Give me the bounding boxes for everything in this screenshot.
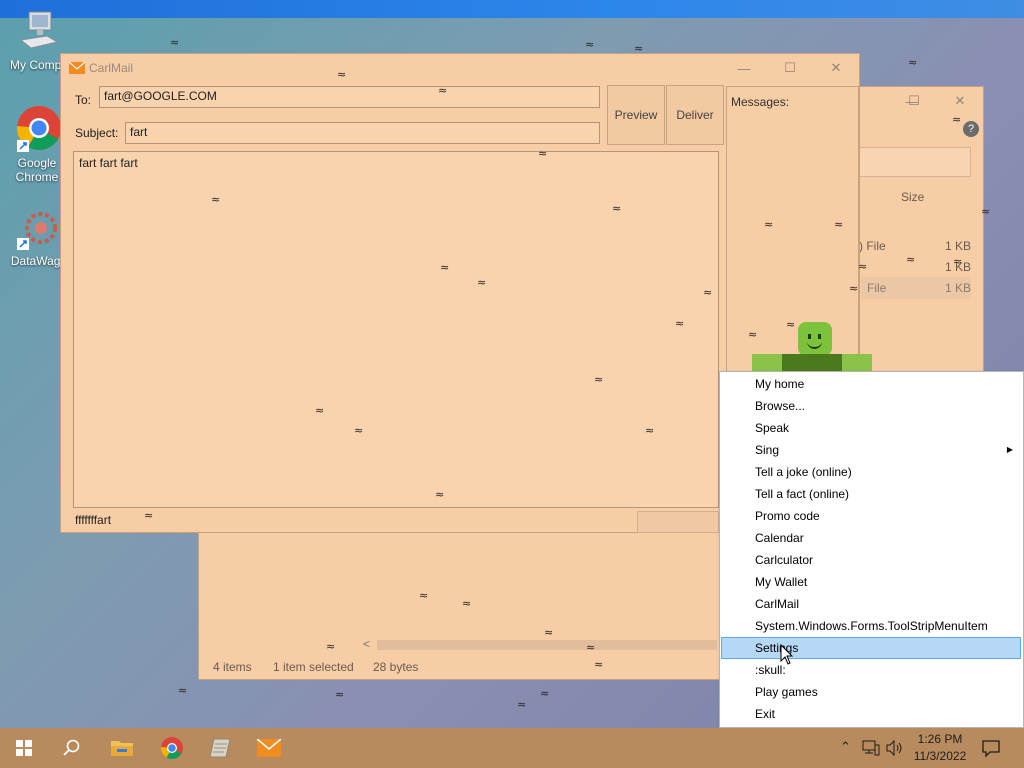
menu-item-sing[interactable]: Sing ▶ [721,439,1021,461]
menu-item-label: Sing [755,443,780,457]
menu-item-promo-code[interactable]: Promo code [721,505,1021,527]
menu-item-label: Browse... [755,399,806,413]
notepad-icon [209,738,231,758]
file-explorer-icon [111,741,133,756]
menu-item-label: My home [755,377,805,391]
buddy-head [798,322,832,356]
desktop-buddy-character[interactable] [752,320,872,372]
status-text: fffffffart [75,513,112,527]
window-top-strip [0,0,1024,18]
menu-item-exit[interactable]: Exit [721,703,1021,725]
menu-item-label: Carlculator [755,553,814,567]
subject-label: Subject: [75,126,119,140]
notifications-icon[interactable] [982,739,1000,757]
desktop-icon-label: Google Chrome [15,156,59,184]
submenu-arrow-icon: ▶ [1006,445,1013,454]
taskbar-file-explorer[interactable] [98,728,146,768]
file-type-cell: File [867,281,887,295]
subject-field[interactable]: fart [125,122,600,144]
menu-item-label: Tell a joke (online) [755,465,852,479]
menu-item-tell-fact[interactable]: Tell a fact (online) [721,483,1021,505]
chrome-icon [160,737,183,759]
datawagon-icon [17,212,57,250]
file-size-cell: 1 KB [945,239,972,253]
desktop-icon-label: DataWago [10,254,68,268]
taskbar-carlmail[interactable] [245,728,293,768]
file-size-cell: 1 KB [945,281,972,295]
menu-item-play-games[interactable]: Play games [721,681,1021,703]
chrome-icon [16,106,61,152]
menu-item-label: Tell a fact (online) [755,487,850,501]
network-icon[interactable] [862,740,880,756]
menu-item-browse[interactable]: Browse... [721,395,1021,417]
menu-item-label: System.Windows.Forms.ToolStripMenuItem [755,619,988,633]
menu-item-my-wallet[interactable]: My Wallet [721,571,1021,593]
taskbar: ⌃ 1:26 PM 11/3/2022 [0,728,1024,768]
status-progress-box [637,511,719,533]
selected-file-row[interactable]: File 1 KB [861,277,971,299]
scrollbar-thumb[interactable] [377,640,717,650]
menu-item-label: Play games [755,685,818,699]
menu-item-settings[interactable]: Settings [721,637,1021,659]
computer-icon [19,11,59,49]
show-hidden-icons-chevron-icon[interactable]: ⌃ [840,739,851,755]
buddy-context-menu[interactable]: My home Browse... Speak Sing ▶ Tell a jok… [719,371,1024,728]
search-button[interactable] [48,728,96,768]
close-button[interactable]: ✕ [937,87,983,115]
maximize-button[interactable]: ☐ [891,87,937,115]
taskbar-chrome[interactable] [148,728,196,768]
menu-item-carlmail[interactable]: CarlMail [721,593,1021,615]
menu-item-label: Exit [755,707,776,721]
menu-item-toolstrip[interactable]: System.Windows.Forms.ToolStripMenuItem [721,615,1021,637]
taskbar-notepad[interactable] [196,728,244,768]
explorer-search-box[interactable] [859,147,971,177]
menu-item-tell-joke[interactable]: Tell a joke (online) [721,461,1021,483]
buddy-eye [818,334,821,339]
menu-item-label: Promo code [755,509,820,523]
status-bytes: 28 bytes [373,660,419,674]
window-title: CarlMail [89,61,134,75]
to-label: To: [75,93,92,107]
volume-icon[interactable] [886,740,904,756]
menu-item-label: CarlMail [755,597,800,611]
mail-icon [69,62,85,74]
start-button[interactable] [0,728,48,768]
search-icon [63,739,80,756]
messages-label: Messages: [731,95,790,109]
clock-time[interactable]: 1:26 PM [908,732,972,746]
file-type-cell: ) File [859,239,886,253]
horizontal-scrollbar[interactable]: < [361,637,721,653]
menu-item-label: Calendar [755,531,804,545]
menu-item-calendar[interactable]: Calendar [721,527,1021,549]
scroll-left-arrow[interactable]: < [363,637,370,651]
size-column-header[interactable]: Size [901,190,924,204]
mouse-cursor-icon [780,644,794,665]
menu-item-label: Speak [755,421,790,435]
menu-item-my-home[interactable]: My home [721,373,1021,395]
clock-date[interactable]: 11/3/2022 [908,749,972,763]
help-icon[interactable]: ? [963,121,979,137]
close-button[interactable]: ✕ [813,54,859,82]
to-field[interactable]: fart@GOOGLE.COM [99,86,600,108]
buddy-eye [808,334,811,339]
menu-item-label: My Wallet [755,575,808,589]
menu-item-carlculator[interactable]: Carlculator [721,549,1021,571]
carlmail-titlebar[interactable]: CarlMail — ☐ ✕ [61,54,859,82]
message-body-textarea[interactable]: fart fart fart [73,151,719,508]
status-selected-count: 1 item selected [273,660,354,674]
preview-button[interactable]: Preview [607,85,665,145]
menu-item-speak[interactable]: Speak [721,417,1021,439]
maximize-button[interactable]: ☐ [767,54,813,82]
minimize-button[interactable]: — [721,54,767,82]
buddy-smile [807,340,822,349]
deliver-button[interactable]: Deliver [666,85,724,145]
menu-item-skull[interactable]: :skull: [721,659,1021,681]
start-icon [16,740,32,756]
carlmail-icon [257,739,281,757]
buddy-body [782,354,842,372]
status-item-count: 4 items [213,660,252,674]
